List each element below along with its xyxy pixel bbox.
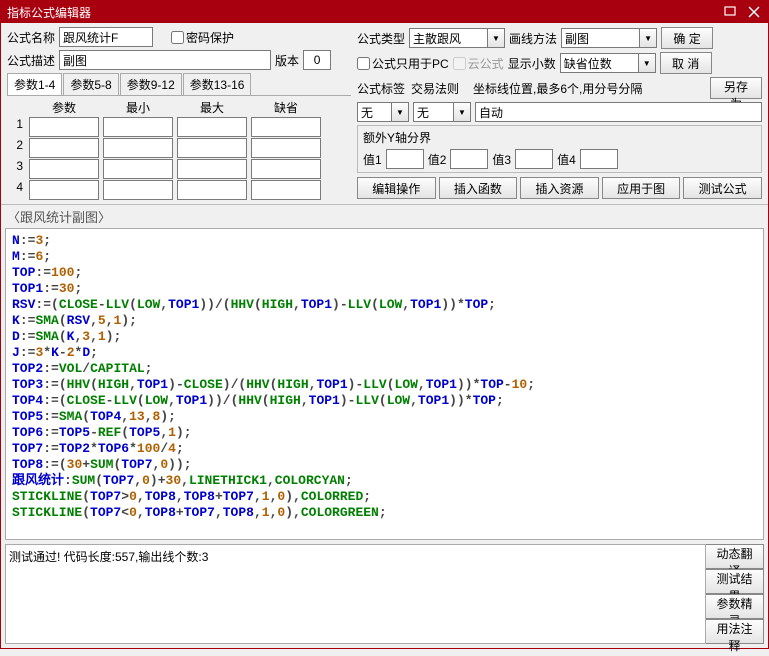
param-cell[interactable] [251, 138, 321, 158]
param-cell[interactable] [177, 159, 247, 179]
param-cell[interactable] [177, 117, 247, 137]
saveas-button[interactable]: 另存为 [710, 77, 762, 99]
param-cell[interactable] [29, 159, 99, 179]
editor-window: 指标公式编辑器 公式名称 密码保护 公式描述 [0, 0, 769, 649]
val4-input[interactable] [580, 149, 618, 169]
param-cell[interactable] [251, 180, 321, 200]
param-grid: 参数 最小 最大 缺省 1 2 3 4 [7, 99, 351, 200]
label-val3: 值3 [492, 151, 511, 168]
param-header: 缺省 [251, 99, 321, 116]
usage-button[interactable]: 用法注释 [706, 619, 764, 644]
param-cell[interactable] [103, 117, 173, 137]
desc-input[interactable] [59, 50, 271, 70]
param-cell[interactable] [177, 138, 247, 158]
name-input[interactable] [59, 27, 153, 47]
param-row-num: 3 [7, 159, 25, 179]
label-decimals: 显示小数 [508, 55, 556, 72]
tab-params-1-4[interactable]: 参数1-4 [7, 73, 62, 95]
param-cell[interactable] [103, 138, 173, 158]
window-title: 指标公式编辑器 [7, 4, 91, 21]
test-button[interactable]: 测试公式 [683, 177, 762, 199]
val2-input[interactable] [450, 149, 488, 169]
pwd-checkbox[interactable]: 密码保护 [171, 29, 234, 46]
param-header: 参数 [29, 99, 99, 116]
chevron-down-icon[interactable]: ▼ [639, 28, 657, 48]
label-ftype: 公式类型 [357, 30, 405, 47]
chevron-down-icon[interactable]: ▼ [391, 102, 409, 122]
close-icon[interactable] [746, 4, 762, 20]
tab-params-9-12[interactable]: 参数9-12 [120, 73, 182, 95]
chevron-down-icon[interactable]: ▼ [453, 102, 471, 122]
dyntrans-button[interactable]: 动态翻译 [706, 544, 764, 569]
param-cell[interactable] [251, 159, 321, 179]
param-row-num: 4 [7, 180, 25, 200]
chevron-down-icon[interactable]: ▼ [487, 28, 505, 48]
label-version: 版本 [275, 52, 299, 69]
label-ftag: 公式标签 [357, 80, 407, 97]
label-val4: 值4 [557, 151, 576, 168]
ok-button[interactable]: 确 定 [661, 27, 713, 49]
label-val2: 值2 [428, 151, 447, 168]
label-desc: 公式描述 [7, 52, 55, 69]
label-drawmethod: 画线方法 [509, 30, 557, 47]
decimals-select[interactable] [560, 53, 638, 73]
tab-params-13-16[interactable]: 参数13-16 [183, 73, 252, 95]
param-tabs: 参数1-4 参数5-8 参数9-12 参数13-16 [7, 73, 351, 96]
testres-button[interactable]: 测试结果 [706, 569, 764, 594]
extra-y-group: 额外Y轴分界 值1 值2 值3 值4 [357, 125, 762, 173]
minimize-icon[interactable] [722, 4, 738, 20]
code-editor[interactable]: N:=3; M:=6; TOP:=100; TOP1:=30; RSV:=(CL… [5, 228, 764, 540]
param-header: 最小 [103, 99, 173, 116]
param-cell[interactable] [29, 180, 99, 200]
param-row-num: 2 [7, 138, 25, 158]
titlebar[interactable]: 指标公式编辑器 [1, 1, 768, 23]
label-val1: 值1 [363, 151, 382, 168]
param-cell[interactable] [29, 117, 99, 137]
traderule-select[interactable] [413, 102, 453, 122]
cloud-checkbox: 云公式 [453, 55, 504, 72]
extra-y-title: 额外Y轴分界 [363, 129, 756, 146]
editor-heading: 〈跟风统计副图〉 [1, 205, 768, 228]
param-cell[interactable] [103, 180, 173, 200]
ftype-select[interactable] [409, 28, 487, 48]
status-message: 测试通过! 代码长度:557,输出线个数:3 [5, 544, 706, 644]
editop-button[interactable]: 编辑操作 [357, 177, 436, 199]
coord-input[interactable] [475, 102, 762, 122]
version-input[interactable] [303, 50, 331, 70]
label-traderule: 交易法则 [411, 80, 469, 97]
val3-input[interactable] [515, 149, 553, 169]
apply-button[interactable]: 应用于图 [602, 177, 681, 199]
param-cell[interactable] [103, 159, 173, 179]
param-row-num: 1 [7, 117, 25, 137]
param-header: 最大 [177, 99, 247, 116]
cancel-button[interactable]: 取 消 [660, 52, 712, 74]
param-cell[interactable] [177, 180, 247, 200]
ftag-select[interactable] [357, 102, 391, 122]
form-area: 公式名称 密码保护 公式描述 版本 参数1-4 参数5-8 参数9-12 参数1… [1, 23, 768, 204]
val1-input[interactable] [386, 149, 424, 169]
label-coord: 坐标线位置,最多6个,用分号分隔 [473, 80, 706, 97]
tab-params-5-8[interactable]: 参数5-8 [63, 73, 118, 95]
insres-button[interactable]: 插入资源 [520, 177, 599, 199]
chevron-down-icon[interactable]: ▼ [638, 53, 656, 73]
param-cell[interactable] [29, 138, 99, 158]
drawmethod-select[interactable] [561, 28, 639, 48]
param-cell[interactable] [251, 117, 321, 137]
insfn-button[interactable]: 插入函数 [439, 177, 518, 199]
paramwiz-button[interactable]: 参数精灵 [706, 594, 764, 619]
pconly-checkbox[interactable]: 公式只用于PC [357, 55, 449, 72]
label-name: 公式名称 [7, 29, 55, 46]
